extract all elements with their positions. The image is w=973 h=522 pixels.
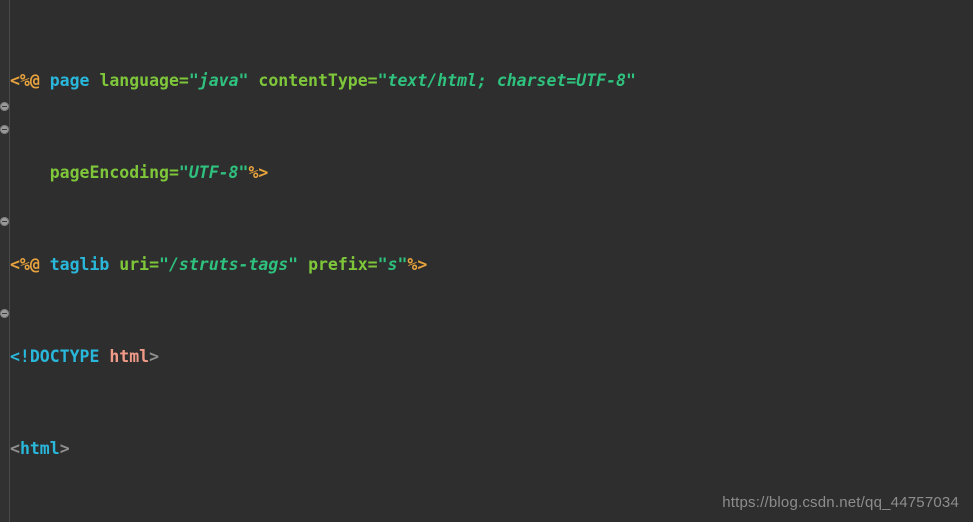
attr-contenttype: contentType= xyxy=(258,71,378,90)
value-prefix: "s" xyxy=(377,255,408,274)
bracket-open: < xyxy=(10,439,20,458)
editor-gutter[interactable] xyxy=(0,0,10,522)
fold-marker-head[interactable] xyxy=(0,125,9,134)
jsp-directive-taglib: taglib xyxy=(49,255,110,274)
code-line-3[interactable]: <%@ taglib uri="/struts-tags" prefix="s"… xyxy=(10,253,973,276)
jsp-directive-keyword: page xyxy=(49,71,90,90)
jsp-close-delimiter-taglib: %> xyxy=(407,255,428,274)
bracket-close: > xyxy=(59,439,70,458)
value-uri: "/struts-tags" xyxy=(159,255,299,274)
doctype-open: <!DOCTYPE xyxy=(10,347,100,366)
fold-marker-scriptlet[interactable] xyxy=(0,309,9,318)
fold-marker-body[interactable] xyxy=(0,217,9,226)
attr-language: language= xyxy=(99,71,189,90)
attr-uri: uri= xyxy=(119,255,160,274)
code-line-4[interactable]: <!DOCTYPE html> xyxy=(10,345,973,368)
code-line-1[interactable]: <%@ page language="java" contentType="te… xyxy=(10,69,973,92)
jsp-open-delimiter: <%@ xyxy=(10,71,40,90)
code-line-5[interactable]: <html> xyxy=(10,437,973,460)
value-pageencoding: "UTF-8" xyxy=(178,163,249,182)
code-content[interactable]: <%@ page language="java" contentType="te… xyxy=(10,0,973,522)
jsp-open-delimiter-taglib: <%@ xyxy=(10,255,40,274)
watermark-url: https://blog.csdn.net/qq_44757034 xyxy=(722,494,959,511)
jsp-close-delimiter: %> xyxy=(248,163,269,182)
code-line-2[interactable]: pageEncoding="UTF-8"%> xyxy=(10,161,973,184)
doctype-close: > xyxy=(149,347,160,366)
code-editor[interactable]: <%@ page language="java" contentType="te… xyxy=(0,0,973,522)
tag-html-open: html xyxy=(19,439,60,458)
attr-prefix: prefix= xyxy=(308,255,378,274)
fold-marker-html[interactable] xyxy=(0,102,9,111)
value-language: "java" xyxy=(188,71,249,90)
doctype-name: html xyxy=(109,347,150,366)
attr-pageencoding: pageEncoding= xyxy=(49,163,179,182)
value-contenttype: "text/html; charset=UTF-8" xyxy=(377,71,636,90)
